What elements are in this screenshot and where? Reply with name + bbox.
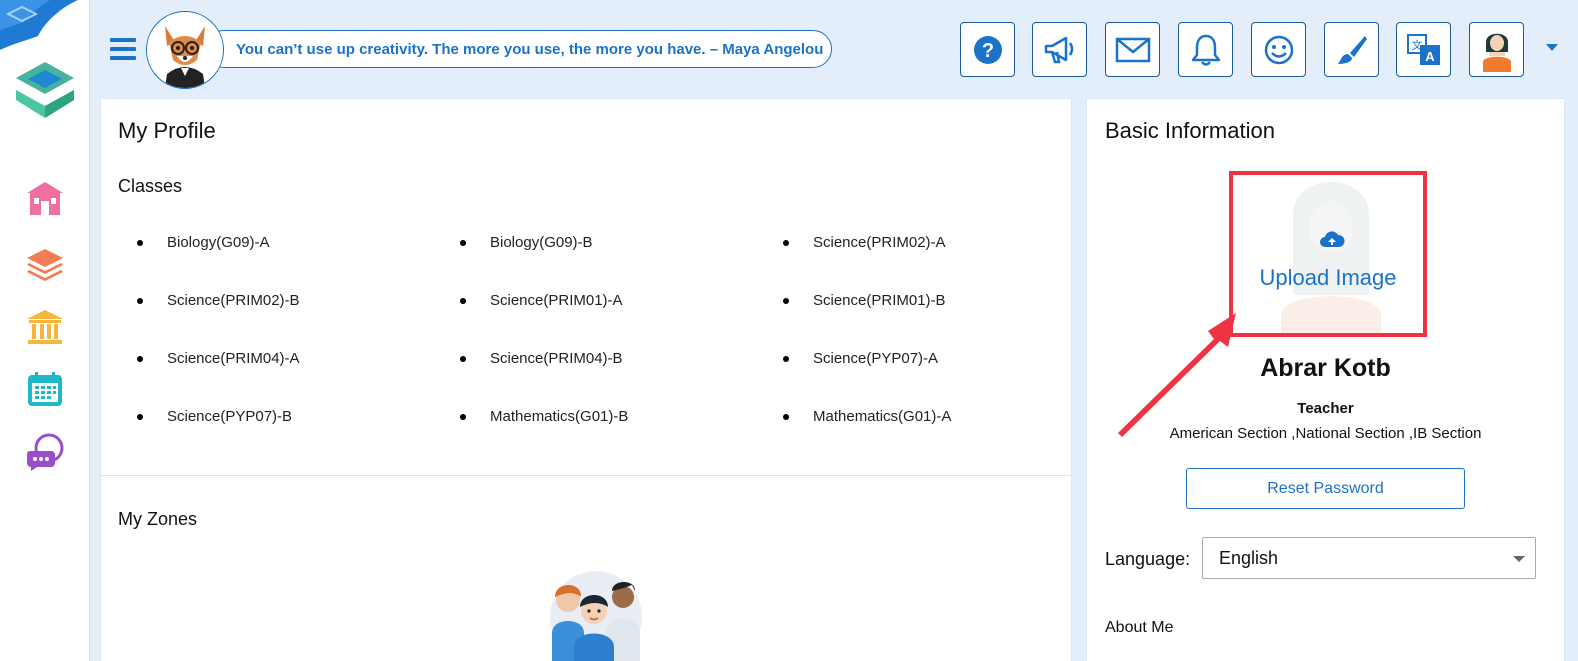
class-list-item[interactable]: Science(PRIM04)-B xyxy=(460,350,623,367)
app-logo-icon[interactable] xyxy=(10,60,80,122)
translate-icon: 文 A xyxy=(1406,33,1440,65)
basic-info-title: Basic Information xyxy=(1105,118,1275,143)
user-profile-button[interactable] xyxy=(1469,22,1524,77)
help-icon: ? xyxy=(973,35,1002,64)
class-label: Science(PRIM01)-B xyxy=(813,292,946,309)
megaphone-icon xyxy=(1044,36,1073,63)
profile-panel: My Profile Classes Biology(G09)-A Biolog… xyxy=(101,99,1071,661)
layers-icon[interactable] xyxy=(24,242,66,284)
bullet-icon xyxy=(783,355,789,362)
cloud-upload-icon xyxy=(1320,231,1345,247)
class-label: Science(PRIM04)-B xyxy=(490,350,623,367)
class-list-item[interactable]: Science(PRIM02)-B xyxy=(137,292,300,309)
class-label: Mathematics(G01)-A xyxy=(813,408,952,425)
bullet-icon xyxy=(783,297,789,304)
class-list-item[interactable]: Biology(G09)-A xyxy=(137,234,270,251)
class-label: Science(PRIM04)-A xyxy=(167,350,300,367)
class-list-item[interactable]: Science(PYP07)-B xyxy=(137,408,292,425)
svg-text:?: ? xyxy=(981,40,993,62)
language-switch-button[interactable]: 文 A xyxy=(1396,22,1451,77)
class-label: Mathematics(G01)-B xyxy=(490,408,629,425)
quote-text: You can’t use up creativity. The more yo… xyxy=(236,40,824,58)
class-list-item[interactable]: Mathematics(G01)-B xyxy=(460,408,628,425)
class-list-item[interactable]: Science(PRIM04)-A xyxy=(137,350,300,367)
bullet-icon xyxy=(460,239,466,246)
class-list-item[interactable]: Mathematics(G01)-A xyxy=(783,408,951,425)
reset-password-button[interactable]: Reset Password xyxy=(1186,468,1465,509)
bullet-icon xyxy=(137,297,143,304)
class-list-item[interactable]: Science(PYP07)-A xyxy=(783,350,938,367)
bullet-icon xyxy=(137,413,143,420)
class-label: Science(PYP07)-B xyxy=(167,408,293,425)
zones-people-illustration-icon xyxy=(550,571,642,661)
smiley-icon xyxy=(1264,35,1293,64)
feedback-button[interactable] xyxy=(1251,22,1306,77)
left-sidebar xyxy=(0,0,90,661)
placeholder-avatar-icon xyxy=(1281,182,1381,333)
chevron-down-icon xyxy=(1513,556,1525,562)
menu-toggle-icon[interactable] xyxy=(110,38,136,60)
class-list-item[interactable]: Biology(G09)-B xyxy=(460,234,593,251)
announcements-button[interactable] xyxy=(1032,22,1087,77)
upload-image-label: Upload Image xyxy=(1259,265,1397,290)
language-label: Language: xyxy=(1105,549,1191,569)
theme-button[interactable] xyxy=(1324,22,1379,77)
basic-info-panel: Basic Information Upload Image Abrar Kot… xyxy=(1087,99,1564,661)
page-title: My Profile xyxy=(118,118,216,143)
class-label: Biology(G09)-B xyxy=(490,234,593,251)
chat-icon[interactable] xyxy=(24,430,66,472)
user-role: Teacher xyxy=(1297,400,1354,417)
corner-decoration-icon xyxy=(0,0,78,50)
class-label: Science(PRIM01)-A xyxy=(490,292,623,309)
zones-heading: My Zones xyxy=(118,509,198,529)
bullet-icon xyxy=(460,297,466,304)
class-label: Science(PRIM02)-A xyxy=(813,234,946,251)
svg-text:文: 文 xyxy=(1411,38,1422,52)
bullet-icon xyxy=(783,239,789,246)
language-select[interactable]: English xyxy=(1202,537,1536,579)
user-sections: American Section ,National Section ,IB S… xyxy=(1169,425,1482,442)
help-button[interactable]: ? xyxy=(960,22,1015,77)
bullet-icon xyxy=(137,355,143,362)
calendar-icon[interactable] xyxy=(24,368,66,410)
messages-button[interactable] xyxy=(1105,22,1160,77)
bullet-icon xyxy=(783,413,789,420)
mail-icon xyxy=(1115,37,1150,62)
bullet-icon xyxy=(460,413,466,420)
user-avatar-icon xyxy=(1482,33,1511,72)
classes-heading: Classes xyxy=(118,176,183,196)
quote-banner: You can’t use up creativity. The more yo… xyxy=(205,30,832,68)
language-selected-value: English xyxy=(1219,547,1279,568)
upload-image-button[interactable]: Upload Image xyxy=(1229,171,1427,337)
notifications-button[interactable] xyxy=(1178,22,1233,77)
institution-icon[interactable] xyxy=(24,306,66,348)
user-name: Abrar Kotb xyxy=(1260,354,1391,382)
paintbrush-icon xyxy=(1337,35,1367,64)
mascot-avatar xyxy=(146,11,224,89)
about-me-label: About Me xyxy=(1105,619,1174,636)
class-list-item[interactable]: Science(PRIM02)-A xyxy=(783,234,946,251)
bullet-icon xyxy=(137,239,143,246)
class-label: Science(PRIM02)-B xyxy=(167,292,300,309)
school-icon[interactable] xyxy=(24,178,66,220)
account-dropdown-icon[interactable] xyxy=(1546,44,1558,51)
bullet-icon xyxy=(460,355,466,362)
section-divider xyxy=(101,475,1071,476)
class-list-item[interactable]: Science(PRIM01)-B xyxy=(783,292,946,309)
class-label: Biology(G09)-A xyxy=(167,234,270,251)
class-label: Science(PYP07)-A xyxy=(813,350,939,367)
class-list-item[interactable]: Science(PRIM01)-A xyxy=(460,292,623,309)
bell-icon xyxy=(1191,34,1220,66)
svg-text:A: A xyxy=(1425,49,1435,64)
